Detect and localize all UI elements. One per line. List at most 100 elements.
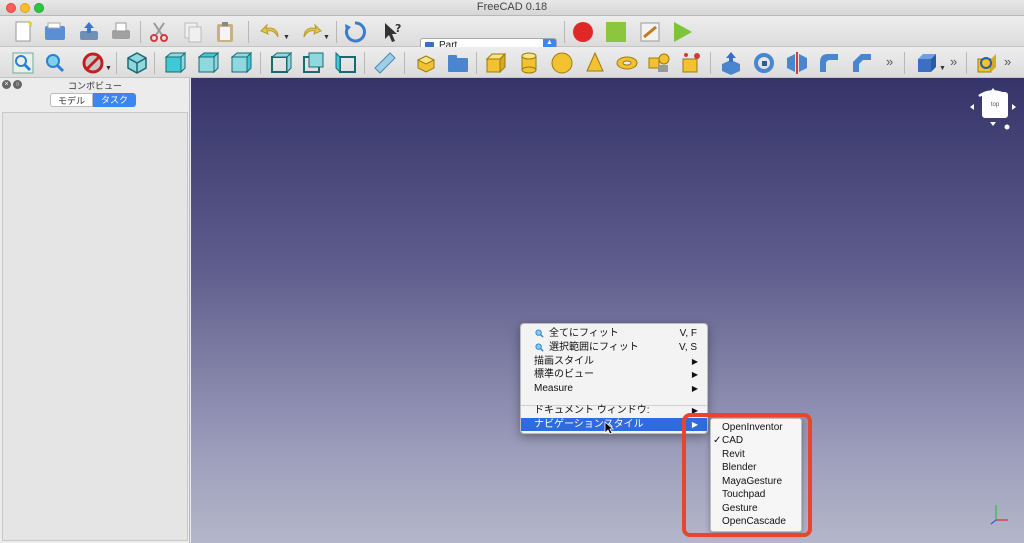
part-icon[interactable]	[413, 50, 439, 76]
record-macro-icon[interactable]	[570, 19, 596, 45]
top-view-icon[interactable]	[195, 50, 221, 76]
combo-view-title: コンボビュー	[67, 81, 122, 91]
menu-item-shortcut: V, S	[679, 342, 697, 353]
axis-indicator-icon	[990, 505, 1008, 525]
toolbar-separator	[336, 21, 337, 43]
menu-item-label: ドキュメント ウィンドウ:	[534, 405, 650, 416]
primitives-icon[interactable]	[646, 50, 672, 76]
toolbar-overflow-icon[interactable]: »	[950, 54, 957, 69]
sphere-icon[interactable]	[549, 50, 575, 76]
menu-item-label: 描画スタイル	[534, 356, 594, 367]
print-icon[interactable]	[108, 19, 134, 45]
copy-icon[interactable]	[180, 19, 206, 45]
arrow-left-icon[interactable]	[970, 104, 974, 110]
revolve-icon[interactable]	[751, 50, 777, 76]
front-view-icon[interactable]	[162, 50, 188, 76]
bottom-view-icon[interactable]	[300, 50, 326, 76]
fit-all-icon	[535, 329, 544, 338]
fit-selection-icon[interactable]	[42, 50, 68, 76]
open-file-icon[interactable]	[42, 19, 68, 45]
toolbar-separator	[476, 52, 477, 74]
menu-item-shortcut: V, F	[679, 328, 697, 339]
cut-icon[interactable]	[146, 19, 172, 45]
toolbar-separator	[154, 52, 155, 74]
menu-item-label: 標準のビュー	[534, 369, 594, 380]
check-geometry-icon[interactable]	[974, 50, 1000, 76]
mouse-cursor-icon	[604, 421, 614, 435]
toolbar-separator	[140, 21, 141, 43]
extrude-icon[interactable]	[718, 50, 744, 76]
draw-style-icon[interactable]	[80, 50, 106, 76]
rear-view-icon[interactable]	[268, 50, 294, 76]
menu-item-measure[interactable]: Measure ▶	[521, 382, 707, 395]
shape-builder-icon[interactable]	[678, 50, 704, 76]
arrow-right-icon[interactable]	[1012, 104, 1016, 110]
nav-cube-controls	[970, 88, 1016, 130]
paste-icon[interactable]	[212, 19, 238, 45]
window-title: FreeCAD 0.18	[476, 1, 548, 13]
edit-macro-icon[interactable]	[637, 19, 663, 45]
whats-this-icon[interactable]: ?	[380, 19, 406, 45]
undo-icon[interactable]	[258, 19, 284, 45]
refresh-icon[interactable]	[342, 19, 368, 45]
box-icon[interactable]	[483, 50, 509, 76]
menu-item-document-window[interactable]: ドキュメント ウィンドウ: ▶	[521, 404, 707, 417]
view-toolbar: ▼ » ▼ » »	[0, 47, 1024, 78]
view-menu-icon[interactable]	[1004, 124, 1010, 130]
menu-item-fit-selection[interactable]: 選択範囲にフィット V, S	[521, 341, 707, 354]
left-view-icon[interactable]	[333, 50, 359, 76]
toolbar-overflow-icon[interactable]: »	[1004, 54, 1011, 69]
toolbar-separator	[248, 21, 249, 43]
save-icon[interactable]	[76, 19, 102, 45]
menu-item-draw-style[interactable]: 描画スタイル ▶	[521, 355, 707, 368]
undo-dropdown-icon[interactable]: ▼	[283, 34, 290, 41]
toolbar-separator	[116, 52, 117, 74]
draw-style-dropdown-icon[interactable]: ▼	[105, 65, 112, 72]
toolbar-separator	[364, 52, 365, 74]
submenu-arrow-icon: ▶	[691, 357, 698, 366]
toolbar-separator	[966, 52, 967, 74]
stop-macro-icon[interactable]	[603, 19, 629, 45]
cone-icon[interactable]	[582, 50, 608, 76]
window-titlebar: FreeCAD 0.18	[0, 0, 1024, 16]
isometric-view-icon[interactable]	[124, 50, 150, 76]
group-icon[interactable]	[445, 50, 471, 76]
menu-item-navigation-style[interactable]: ナビゲーションスタイル ▶	[521, 418, 707, 431]
cylinder-icon[interactable]	[516, 50, 542, 76]
menu-item-fit-all[interactable]: 全てにフィット V, F	[521, 327, 707, 340]
svg-text:?: ?	[395, 22, 401, 35]
submenu-arrow-icon: ▶	[691, 384, 698, 393]
highlight-box	[682, 413, 812, 537]
run-macro-icon[interactable]	[669, 19, 695, 45]
toolbar-separator	[904, 52, 905, 74]
rotate-arc-icon[interactable]	[978, 90, 1008, 98]
torus-icon[interactable]	[614, 50, 640, 76]
task-panel	[2, 112, 188, 541]
toolbar-separator	[404, 52, 405, 74]
chamfer-icon[interactable]	[849, 50, 875, 76]
new-file-icon[interactable]	[10, 19, 36, 45]
toolbar-separator	[260, 52, 261, 74]
arrow-down-icon[interactable]	[990, 122, 996, 126]
arrow-up-icon[interactable]	[990, 88, 996, 92]
menu-item-standard-views[interactable]: 標準のビュー ▶	[521, 368, 707, 381]
mirror-icon[interactable]	[784, 50, 810, 76]
measure-icon[interactable]	[372, 50, 398, 76]
menu-item-label: 全てにフィット	[549, 328, 619, 339]
menu-item-label: ナビゲーションスタイル	[534, 419, 644, 430]
main-toolbar: ▼ ▼ ? Part ▲▼	[0, 16, 1024, 54]
tab-task[interactable]: タスク	[93, 93, 136, 107]
fillet-icon[interactable]	[816, 50, 842, 76]
boolean-icon[interactable]	[914, 50, 940, 76]
viewport-context-menu: 全てにフィット V, F 選択範囲にフィット V, S 描画スタイル ▶ 標準の…	[520, 323, 708, 434]
tab-model[interactable]: モデル	[50, 93, 93, 107]
toolbar-overflow-icon[interactable]: »	[886, 54, 893, 69]
redo-dropdown-icon[interactable]: ▼	[323, 34, 330, 41]
3d-viewport[interactable]	[191, 78, 1024, 543]
fit-all-icon[interactable]	[10, 50, 36, 76]
submenu-arrow-icon: ▶	[691, 370, 698, 379]
toolbar-separator	[564, 21, 565, 43]
redo-icon[interactable]	[298, 19, 324, 45]
boolean-dropdown-icon[interactable]: ▼	[939, 65, 946, 72]
right-view-icon[interactable]	[228, 50, 254, 76]
